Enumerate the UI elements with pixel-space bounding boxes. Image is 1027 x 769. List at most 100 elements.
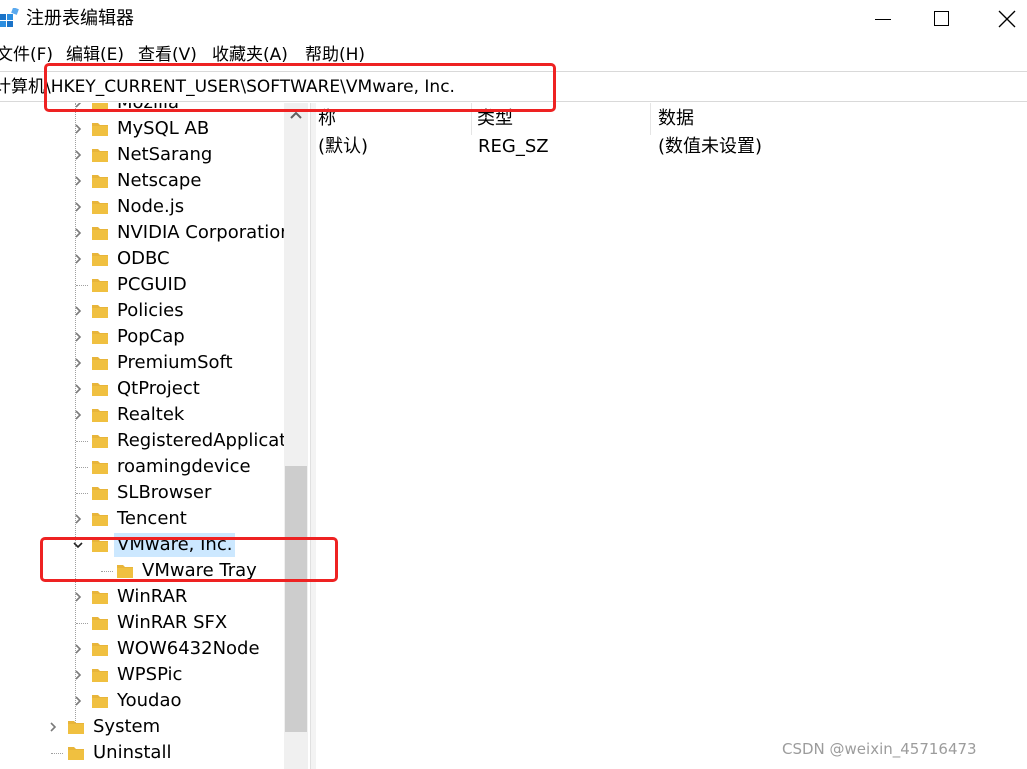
tree-item-label: SLBrowser <box>117 482 212 503</box>
tree-item-label: NVIDIA Corporation <box>117 222 292 243</box>
chevron-right-icon[interactable] <box>48 722 58 732</box>
menu-file[interactable]: 文件(F) <box>0 44 53 66</box>
tree-item[interactable]: System <box>0 714 284 740</box>
chevron-right-icon[interactable] <box>73 228 83 238</box>
folder-icon <box>92 149 108 162</box>
tree-item[interactable]: ODBC <box>0 246 284 272</box>
tree-item-label: Tencent <box>117 508 187 529</box>
tree-item[interactable]: PCGUID <box>0 272 284 298</box>
tree-item-label: Realtek <box>117 404 185 425</box>
tree-item-label: RegisteredApplicat <box>117 430 287 451</box>
chevron-right-icon[interactable] <box>73 514 83 524</box>
tree-item-label: NetSarang <box>117 144 213 165</box>
chevron-right-icon[interactable] <box>73 644 83 654</box>
tree-item-label: WinRAR SFX <box>117 612 228 633</box>
close-icon <box>998 10 1016 28</box>
tree-item-label: roamingdevice <box>117 456 251 477</box>
minimize-button[interactable] <box>853 0 913 38</box>
value-name: (默认) <box>318 136 369 157</box>
column-separator[interactable] <box>650 103 651 135</box>
tree-item-label: System <box>93 716 161 737</box>
tree-item[interactable]: MySQL AB <box>0 116 284 142</box>
chevron-right-icon[interactable] <box>73 332 83 342</box>
key-tree: MozillaMySQL ABNetSarangNetscapeNode.jsN… <box>0 103 310 769</box>
chevron-right-icon[interactable] <box>73 696 83 706</box>
tree-item-label: Netscape <box>117 170 202 191</box>
folder-icon <box>68 721 84 734</box>
folder-icon <box>92 643 108 656</box>
tree-item[interactable]: QtProject <box>0 376 284 402</box>
tree-highlight-box <box>40 537 338 582</box>
folder-icon <box>92 175 108 188</box>
tree-item-label: PCGUID <box>117 274 187 295</box>
tree-item[interactable]: Netscape <box>0 168 284 194</box>
tree-item[interactable]: Uninstall <box>0 740 284 766</box>
chevron-right-icon[interactable] <box>73 202 83 212</box>
column-header-data[interactable]: 数据 <box>658 107 694 131</box>
tree-item-label: QtProject <box>117 378 200 399</box>
tree-item[interactable]: WPSPic <box>0 662 284 688</box>
minimize-icon <box>875 19 891 20</box>
chevron-right-icon[interactable] <box>73 254 83 264</box>
tree-item-label: Youdao <box>117 690 182 711</box>
folder-icon <box>92 669 108 682</box>
tree-item-label: PremiumSoft <box>117 352 233 373</box>
tree-item-label: Policies <box>117 300 184 321</box>
tree-item[interactable]: Realtek <box>0 402 284 428</box>
maximize-icon <box>934 11 949 26</box>
folder-icon <box>92 487 108 500</box>
folder-icon <box>92 331 108 344</box>
tree-item[interactable]: Policies <box>0 298 284 324</box>
tree-item-label: Uninstall <box>93 742 172 763</box>
folder-icon <box>92 461 108 474</box>
tree-item[interactable]: WinRAR SFX <box>0 610 284 636</box>
tree-item[interactable]: RegisteredApplicat <box>0 428 287 454</box>
tree-item-label: WPSPic <box>117 664 183 685</box>
close-button[interactable] <box>970 0 1027 38</box>
chevron-right-icon[interactable] <box>73 150 83 160</box>
folder-icon <box>92 357 108 370</box>
tree-item[interactable]: PopCap <box>0 324 284 350</box>
folder-icon <box>92 409 108 422</box>
folder-icon <box>92 617 108 630</box>
tree-item[interactable]: NetSarang <box>0 142 284 168</box>
folder-icon <box>92 279 108 292</box>
folder-icon <box>92 227 108 240</box>
title-bar: 注册表编辑器 <box>0 0 1027 38</box>
tree-item[interactable]: WOW6432Node <box>0 636 284 662</box>
folder-icon <box>92 305 108 318</box>
folder-icon <box>92 253 108 266</box>
tree-item-label: PopCap <box>117 326 185 347</box>
maximize-button[interactable] <box>910 0 970 38</box>
chevron-right-icon[interactable] <box>73 176 83 186</box>
chevron-right-icon[interactable] <box>73 384 83 394</box>
chevron-right-icon[interactable] <box>73 124 83 134</box>
tree-item-label: ODBC <box>117 248 170 269</box>
window-title: 注册表编辑器 <box>26 8 134 29</box>
chevron-right-icon[interactable] <box>73 670 83 680</box>
folder-icon <box>92 123 108 136</box>
tree-item[interactable]: SLBrowser <box>0 480 284 506</box>
tree-item[interactable]: WinRAR <box>0 584 284 610</box>
tree-item[interactable]: PremiumSoft <box>0 350 284 376</box>
scrollbar-thumb[interactable] <box>285 466 307 732</box>
chevron-right-icon[interactable] <box>73 358 83 368</box>
tree-item-label: Node.js <box>117 196 185 217</box>
tree-item-label: WOW6432Node <box>117 638 260 659</box>
tree-item[interactable]: roamingdevice <box>0 454 284 480</box>
tree-connector <box>76 623 88 624</box>
tree-item[interactable]: Youdao <box>0 688 284 714</box>
value-data: (数值未设置) <box>658 136 763 157</box>
chevron-right-icon[interactable] <box>73 592 83 602</box>
tree-item[interactable]: NVIDIA Corporation <box>0 220 292 246</box>
folder-icon <box>92 383 108 396</box>
tree-item[interactable]: Tencent <box>0 506 284 532</box>
tree-item[interactable]: Node.js <box>0 194 284 220</box>
chevron-right-icon[interactable] <box>73 306 83 316</box>
chevron-right-icon[interactable] <box>73 410 83 420</box>
values-list: 称 类型 数据 (默认) REG_SZ (数值未设置) <box>316 103 1027 769</box>
tree-connector <box>76 285 88 286</box>
folder-icon <box>92 513 108 526</box>
regedit-icon <box>0 8 19 27</box>
tree-connector <box>76 441 88 442</box>
